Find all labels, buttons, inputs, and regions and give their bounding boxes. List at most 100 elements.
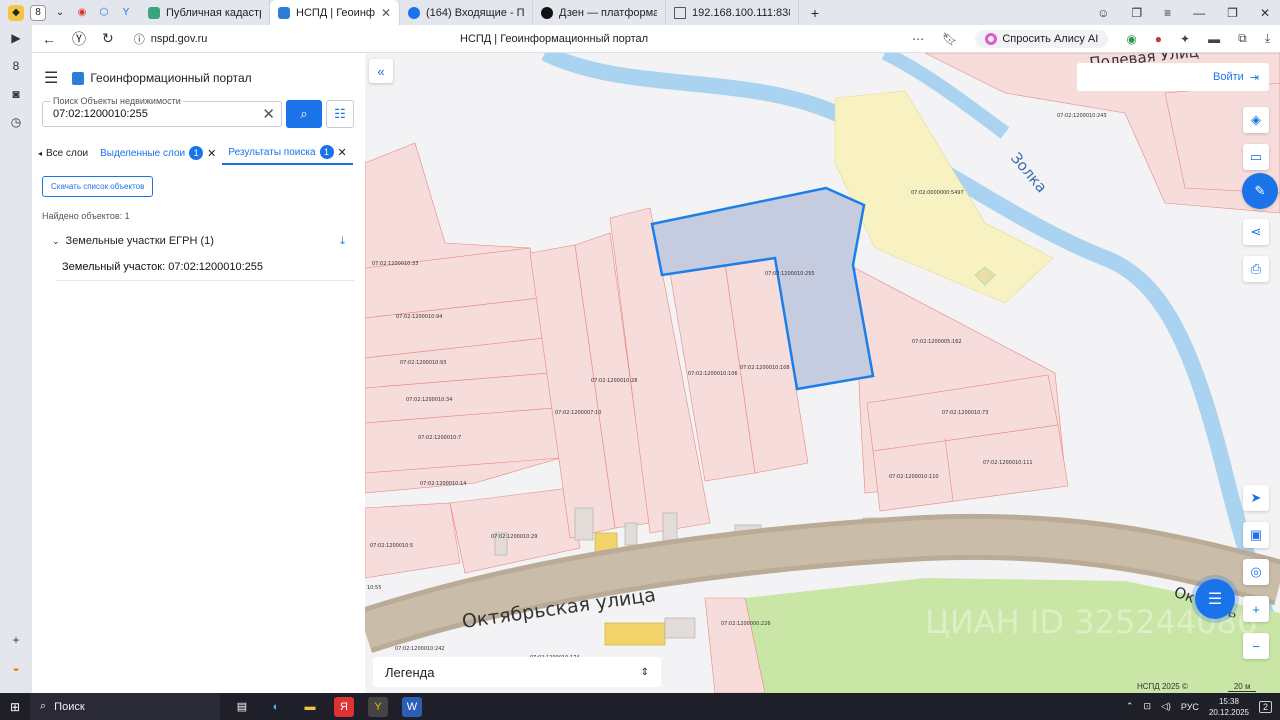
pinned-tab-icon-2[interactable]: ⬡: [96, 5, 112, 21]
extension-icon-2[interactable]: ●: [1155, 32, 1162, 46]
download-icon[interactable]: ⤓: [1265, 31, 1270, 46]
collapse-panel-button[interactable]: «: [369, 59, 393, 83]
chat-button[interactable]: ☰: [1195, 579, 1235, 619]
minimize-icon[interactable]: —: [1193, 6, 1205, 20]
explorer-icon[interactable]: ▬: [300, 697, 320, 717]
close-tab-icon[interactable]: ✕: [207, 147, 216, 160]
browser-logo-icon[interactable]: ◆: [8, 4, 24, 21]
parcel-label: 07:02:1200005:162: [912, 339, 962, 345]
geolocate-button[interactable]: ◎: [1243, 559, 1269, 585]
legend-label: Легенда: [385, 664, 435, 680]
rail-play-icon[interactable]: ▶: [11, 31, 20, 45]
rail-clock-icon[interactable]: ◷: [11, 115, 21, 129]
brand[interactable]: Геоинформационный портал: [72, 71, 252, 85]
rail-camera-icon[interactable]: ◙: [12, 87, 19, 101]
bookmark-icon[interactable]: 🔖︎: [942, 32, 957, 46]
measure-button[interactable]: ▭: [1243, 144, 1269, 170]
print-button[interactable]: ⎙: [1243, 256, 1269, 282]
reload-icon[interactable]: ↻: [102, 30, 114, 47]
browser-tab-dzen[interactable]: Дзен — платформа для п: [533, 0, 666, 25]
pinned-tab-icon-1[interactable]: ◉: [74, 5, 90, 21]
search-input[interactable]: Поиск Объекты недвижимости 07:02:1200010…: [42, 96, 282, 127]
rail-extension-icon[interactable]: ◒: [12, 661, 19, 675]
volume-icon[interactable]: ◁): [1161, 701, 1171, 712]
result-group[interactable]: ⌄ Земельные участки ЕГРН (1) ⤓: [52, 233, 355, 249]
parcel-label: 07:02:1200010:106: [688, 371, 738, 377]
yandex-app-icon[interactable]: Я: [334, 696, 354, 717]
menu-burger-icon[interactable]: ☰: [44, 68, 58, 88]
rail-add-icon[interactable]: +: [12, 633, 19, 647]
close-tab-icon[interactable]: ✕: [381, 6, 391, 20]
close-tab-icon[interactable]: ✕: [338, 146, 347, 159]
parcel-label: 07:02:1200010:110: [889, 474, 939, 480]
zoom-out-button[interactable]: −: [1243, 633, 1269, 659]
alice-button[interactable]: Спросить Алису AI: [975, 29, 1109, 48]
collections-icon[interactable]: ❐: [1131, 6, 1142, 20]
extension-icon-1[interactable]: ◉: [1126, 32, 1136, 46]
menu-icon[interactable]: ≡: [1164, 6, 1171, 20]
login-button[interactable]: Войти ⇥: [1077, 63, 1269, 91]
clock[interactable]: 15:38 20.12.2025: [1209, 696, 1249, 718]
tab-search-results[interactable]: Результаты поиска 1 ✕: [222, 141, 353, 165]
chat-icon: ☰: [1207, 591, 1223, 608]
search-button[interactable]: ⌕: [286, 100, 322, 128]
back-icon[interactable]: ←: [42, 31, 56, 47]
tab-all-layers[interactable]: ◂ Все слои: [32, 141, 94, 165]
word-icon[interactable]: W: [402, 696, 422, 717]
network-icon[interactable]: ⊡: [1143, 701, 1151, 712]
browser-tab-nspd[interactable]: НСПД | Геоинформацио ✕: [270, 0, 400, 25]
tabs-dropdown-icon[interactable]: ⌄: [52, 5, 68, 21]
os-taskbar: ⊞ ⌕ Поиск ▤ ◐ ▬ Я Y W ⌃ ⊡ ◁) РУС 15:38 2…: [0, 693, 1280, 720]
minus-icon: −: [1252, 638, 1260, 654]
task-view-icon[interactable]: ▤: [232, 697, 252, 717]
zoom-in-button[interactable]: +: [1243, 596, 1269, 622]
locate-button[interactable]: ➤: [1243, 485, 1269, 511]
found-count: Найдено объектов: 1: [42, 211, 130, 221]
result-item[interactable]: Земельный участок: 07:02:1200010:255: [56, 253, 354, 281]
pinned-tab-icon-3[interactable]: Y: [118, 5, 134, 21]
map-canvas[interactable]: Октябрьская улица Полевая Улиц Октябрь З…: [365, 53, 1280, 693]
restore-icon[interactable]: ❐: [1227, 6, 1238, 20]
target-icon: ◎: [1250, 564, 1262, 579]
yandex-icon[interactable]: Ⓨ: [72, 29, 86, 49]
new-tab-icon[interactable]: +: [807, 5, 823, 21]
url-field[interactable]: ⓘ nspd.gov.ru: [134, 31, 208, 47]
tab-selected-layers[interactable]: Выделенные слои 1 ✕: [94, 141, 222, 165]
tab-label: (164) Входящие - Почта М: [426, 6, 524, 19]
parcel-label: 07:02:0000000:5497: [911, 190, 964, 196]
map-view[interactable]: Октябрьская улица Полевая Улиц Октябрь З…: [365, 53, 1280, 693]
parcel-label: 07:02:1200010:242: [395, 646, 445, 652]
panel-tabs: ◂ Все слои Выделенные слои 1 ✕ Результат…: [32, 141, 365, 165]
browser-tabstrip: ◆ 8 ⌄ ◉ ⬡ Y Публичная кадастровая НСПД |…: [0, 0, 1280, 25]
filter-button[interactable]: ☷: [326, 100, 354, 128]
group-download-icon[interactable]: ⤓: [340, 235, 345, 248]
layers-button[interactable]: ◈: [1243, 107, 1269, 133]
extension-icon-4[interactable]: ▬: [1208, 32, 1220, 46]
browser-tab-cadastral[interactable]: Публичная кадастровая: [140, 0, 270, 25]
taskbar-search[interactable]: ⌕ Поиск: [30, 693, 220, 720]
extension-icon-3[interactable]: ✦: [1180, 32, 1190, 46]
rail-8-icon[interactable]: 8: [13, 59, 20, 73]
share-button[interactable]: ⋖: [1243, 219, 1269, 245]
legend-panel[interactable]: Легенда ⇕: [373, 657, 661, 687]
language-indicator[interactable]: РУС: [1181, 702, 1199, 712]
nspd-favicon-icon: [278, 6, 290, 19]
profile-icon[interactable]: ☺: [1097, 6, 1109, 20]
screenshot-icon[interactable]: ⧉: [1238, 31, 1247, 46]
draw-button[interactable]: ✎: [1242, 173, 1278, 209]
minimap-button[interactable]: ▣: [1243, 522, 1269, 548]
tabstrip-lead: ◆ 8 ⌄ ◉ ⬡ Y: [0, 4, 140, 21]
tray-expand-icon[interactable]: ⌃: [1126, 701, 1134, 712]
yandex-browser-icon[interactable]: Y: [368, 696, 388, 717]
clear-search-icon[interactable]: ✕: [262, 105, 275, 123]
tab-count-badge[interactable]: 8: [30, 4, 46, 21]
edge-icon[interactable]: ◐: [266, 697, 286, 717]
download-list-button[interactable]: Скачать список объектов: [42, 176, 154, 197]
browser-tab-mail[interactable]: (164) Входящие - Почта М: [400, 0, 533, 25]
site-info-icon[interactable]: ⓘ: [134, 31, 145, 47]
notifications-icon[interactable]: 2: [1258, 700, 1272, 713]
browser-tab-local[interactable]: 192.168.100.111:8388: [666, 0, 799, 25]
start-button[interactable]: ⊞: [0, 700, 30, 714]
more-icon[interactable]: ⋯: [912, 32, 924, 46]
close-window-icon[interactable]: ✕: [1260, 6, 1270, 20]
